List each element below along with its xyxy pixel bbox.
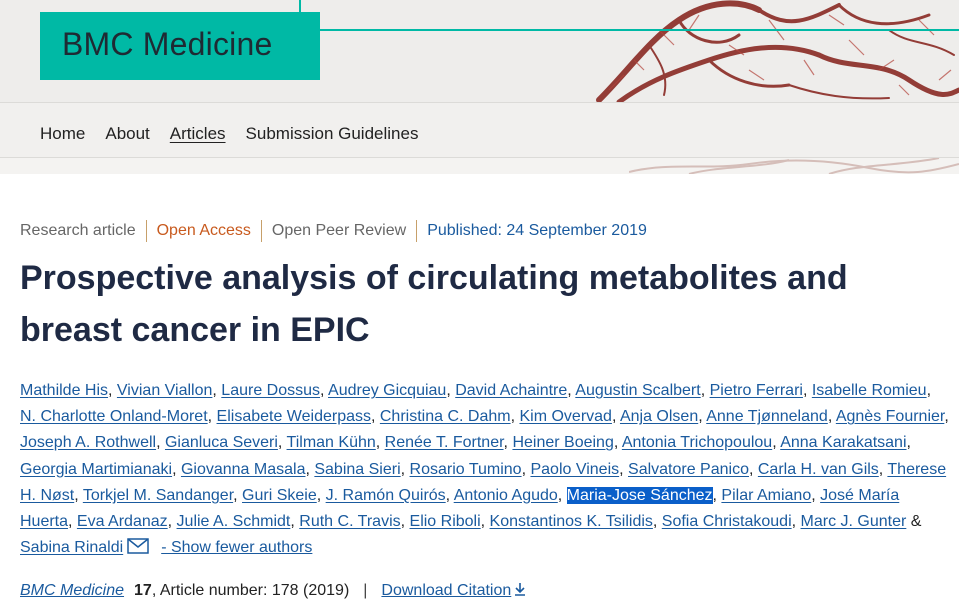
citation-line: BMC Medicine 17 , Article number: 178 (2… <box>20 582 526 600</box>
author-link[interactable]: Sabina Rinaldi <box>20 539 123 556</box>
author-link[interactable]: Pietro Ferrari <box>710 382 803 399</box>
author-link[interactable]: Guri Skeie <box>242 487 317 504</box>
author-link[interactable]: Anja Olsen <box>620 408 698 425</box>
show-fewer-authors-link[interactable]: - Show fewer authors <box>161 539 312 556</box>
brand-divider-line <box>320 29 959 31</box>
author-list: Mathilde His, Vivian Viallon, Laure Doss… <box>20 382 949 557</box>
author-link[interactable]: Tilman Kühn <box>287 434 376 451</box>
author-link[interactable]: Anne Tjønneland <box>706 408 828 425</box>
author-link[interactable]: Laure Dossus <box>221 382 320 399</box>
author-link[interactable]: Renée T. Fortner <box>385 434 504 451</box>
author-link[interactable]: Elio Riboli <box>410 513 481 530</box>
author-link[interactable]: Elisabete Weiderpass <box>217 408 371 425</box>
author-link[interactable]: Paolo Vineis <box>530 461 619 478</box>
brand-title: BMC Medicine <box>62 26 273 62</box>
header-strip <box>0 158 959 174</box>
author-link[interactable]: Sabina Sieri <box>314 461 400 478</box>
author-link[interactable]: Rosario Tumino <box>410 461 522 478</box>
article-meta: Research article Open Access Open Peer R… <box>20 220 657 242</box>
email-envelope-icon[interactable] <box>127 538 149 554</box>
author-link[interactable]: Isabelle Romieu <box>812 382 927 399</box>
author-link[interactable]: Kim Overvad <box>519 408 611 425</box>
author-link[interactable]: Sofia Christakoudi <box>662 513 792 530</box>
author-link[interactable]: Mathilde His <box>20 382 108 399</box>
author-link[interactable]: Eva Ardanaz <box>77 513 168 530</box>
author-link[interactable]: Maria-Jose Sánchez <box>566 486 713 504</box>
vascular-cast-image <box>629 158 959 174</box>
author-link[interactable]: Ruth C. Travis <box>299 513 400 530</box>
author-link[interactable]: Konstantinos K. Tsilidis <box>490 513 653 530</box>
volume-number: 17 <box>134 582 152 599</box>
journal-link[interactable]: BMC Medicine <box>20 582 124 600</box>
header-banner: BMC Medicine <box>0 0 959 102</box>
author-link[interactable]: David Achaintre <box>455 382 567 399</box>
author-link[interactable]: Agnès Fournier <box>836 408 945 425</box>
author-link[interactable]: Giovanna Masala <box>181 461 306 478</box>
vascular-cast-image <box>589 0 959 102</box>
author-link[interactable]: J. Ramón Quirós <box>326 487 446 504</box>
citation-separator: | <box>363 582 368 599</box>
download-citation-link[interactable]: Download Citation <box>381 582 526 600</box>
author-link[interactable]: Georgia Martimianaki <box>20 461 172 478</box>
download-citation-label: Download Citation <box>381 582 512 599</box>
open-access-badge[interactable]: Open Access <box>145 220 261 242</box>
article-type: Research article <box>20 222 136 239</box>
brand-logo[interactable]: BMC Medicine <box>40 12 320 80</box>
author-link[interactable]: Joseph A. Rothwell <box>20 434 156 451</box>
author-link[interactable]: Torkjel M. Sandanger <box>83 487 233 504</box>
nav-home[interactable]: Home <box>40 124 85 144</box>
nav-articles[interactable]: Articles <box>170 124 226 144</box>
article-title: Prospective analysis of circulating meta… <box>20 259 848 349</box>
author-link[interactable]: Augustin Scalbert <box>575 382 700 399</box>
nav-submission-guidelines[interactable]: Submission Guidelines <box>246 124 419 144</box>
author-link[interactable]: Heiner Boeing <box>512 434 613 451</box>
nav-about[interactable]: About <box>105 124 149 144</box>
author-link[interactable]: Gianluca Severi <box>165 434 278 451</box>
author-link[interactable]: Anna Karakatsani <box>780 434 906 451</box>
author-link[interactable]: Julie A. Schmidt <box>177 513 291 530</box>
author-link[interactable]: Salvatore Panico <box>628 461 749 478</box>
author-link[interactable]: Audrey Gicquiau <box>328 382 446 399</box>
author-conjunction: & <box>906 513 922 531</box>
author-link[interactable]: Antonio Agudo <box>454 487 558 504</box>
author-link[interactable]: Pilar Amiano <box>721 487 811 504</box>
open-peer-review: Open Peer Review <box>260 220 416 242</box>
published-date: Published: 24 September 2019 <box>416 220 657 242</box>
author-link[interactable]: Vivian Viallon <box>117 382 212 399</box>
author-link[interactable]: Antonia Trichopoulou <box>622 434 772 451</box>
download-arrow-icon <box>515 583 526 596</box>
author-link[interactable]: N. Charlotte Onland-Moret <box>20 408 208 425</box>
main-nav: Home About Articles Submission Guideline… <box>0 102 959 158</box>
author-link[interactable]: Marc J. Gunter <box>801 513 907 530</box>
author-link[interactable]: Carla H. van Gils <box>758 461 879 478</box>
article-number: , Article number: 178 (2019) <box>151 582 350 599</box>
author-link[interactable]: Christina C. Dahm <box>380 408 511 425</box>
